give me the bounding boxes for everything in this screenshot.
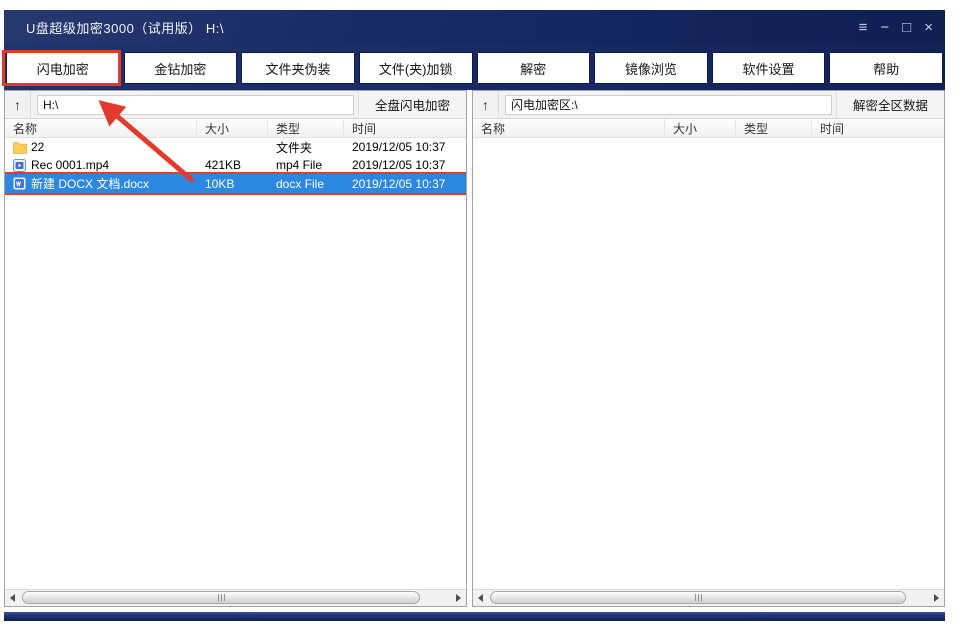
file-row-folder-22[interactable]: 22 文件夹 2019/12/05 10:37 — [5, 138, 466, 156]
scroll-right-arrow-icon[interactable] — [451, 590, 466, 606]
column-header-time[interactable]: 时间 — [812, 119, 944, 137]
docx-file-icon — [13, 177, 27, 190]
content-area: ↑ 全盘闪电加密 名称 大小 类型 时间 — [4, 90, 945, 607]
column-header-size[interactable]: 大小 — [197, 119, 268, 137]
minimize-icon[interactable]: − — [880, 20, 889, 35]
left-scrollbar-thumb[interactable] — [22, 591, 420, 604]
gold-diamond-encrypt-button[interactable]: 金钻加密 — [124, 52, 238, 84]
flash-encrypt-button[interactable]: 闪电加密 — [6, 52, 120, 84]
folder-icon — [13, 141, 27, 154]
decrypt-button[interactable]: 解密 — [477, 52, 591, 84]
left-horizontal-scrollbar[interactable] — [5, 589, 466, 606]
titlebar: U盘超级加密3000（试用版） H:\ ≡ − □ × — [4, 10, 945, 44]
column-header-name[interactable]: 名称 — [473, 119, 665, 137]
scroll-left-arrow-icon[interactable] — [5, 590, 20, 606]
right-path-bar: ↑ 解密全区数据 — [473, 91, 944, 119]
right-file-list — [473, 138, 944, 589]
bottom-accent-bar — [4, 612, 945, 621]
window-title: U盘超级加密3000（试用版） H:\ — [26, 18, 224, 37]
decrypt-all-zone-button[interactable]: 解密全区数据 — [836, 91, 944, 118]
drive-path-input[interactable] — [37, 95, 354, 115]
scroll-left-arrow-icon[interactable] — [473, 590, 488, 606]
toolbar: 闪电加密 金钻加密 文件夹伪装 文件(夹)加锁 解密 镜像浏览 软件设置 帮助 — [4, 44, 945, 90]
right-horizontal-scrollbar[interactable] — [473, 589, 944, 606]
right-list-header: 名称 大小 类型 时间 — [473, 119, 944, 138]
close-icon[interactable]: × — [924, 20, 933, 35]
right-scrollbar-thumb[interactable] — [490, 591, 906, 604]
encrypt-zone-panel: ↑ 解密全区数据 名称 大小 类型 时间 — [472, 90, 945, 607]
left-file-list: 22 文件夹 2019/12/05 10:37 Rec 0001.mp4 — [5, 138, 466, 589]
encrypt-zone-path-input[interactable] — [505, 95, 832, 115]
file-row-mp4[interactable]: Rec 0001.mp4 421KB mp4 File 2019/12/05 1… — [5, 156, 466, 174]
window-controls: ≡ − □ × — [859, 20, 933, 35]
column-header-name[interactable]: 名称 — [5, 119, 197, 137]
drive-file-panel: ↑ 全盘闪电加密 名称 大小 类型 时间 — [4, 90, 467, 607]
folder-disguise-button[interactable]: 文件夹伪装 — [241, 52, 355, 84]
scrollbar-grip-icon — [218, 594, 225, 601]
full-disk-flash-encrypt-button[interactable]: 全盘闪电加密 — [358, 91, 466, 118]
app-window: U盘超级加密3000（试用版） H:\ ≡ − □ × 闪电加密 金钻加密 文件… — [4, 10, 945, 621]
file-folder-lock-button[interactable]: 文件(夹)加锁 — [359, 52, 473, 84]
video-file-icon — [13, 159, 27, 172]
file-row-docx-selected[interactable]: 新建 DOCX 文档.docx 10KB docx File 2019/12/0… — [5, 174, 466, 193]
scrollbar-grip-icon — [695, 594, 702, 601]
column-header-type[interactable]: 类型 — [268, 119, 344, 137]
left-path-bar: ↑ 全盘闪电加密 — [5, 91, 466, 119]
image-browse-button[interactable]: 镜像浏览 — [594, 52, 708, 84]
software-settings-button[interactable]: 软件设置 — [712, 52, 826, 84]
menu-icon[interactable]: ≡ — [859, 20, 868, 35]
column-header-time[interactable]: 时间 — [344, 119, 466, 137]
help-button[interactable]: 帮助 — [829, 52, 943, 84]
column-header-type[interactable]: 类型 — [736, 119, 812, 137]
maximize-icon[interactable]: □ — [902, 20, 911, 35]
app-page: U盘超级加密3000（试用版） H:\ ≡ − □ × 闪电加密 金钻加密 文件… — [0, 0, 959, 626]
column-header-size[interactable]: 大小 — [665, 119, 736, 137]
up-arrow-icon[interactable]: ↑ — [473, 91, 499, 118]
up-arrow-icon[interactable]: ↑ — [5, 91, 31, 118]
scroll-right-arrow-icon[interactable] — [929, 590, 944, 606]
left-list-header: 名称 大小 类型 时间 — [5, 119, 466, 138]
